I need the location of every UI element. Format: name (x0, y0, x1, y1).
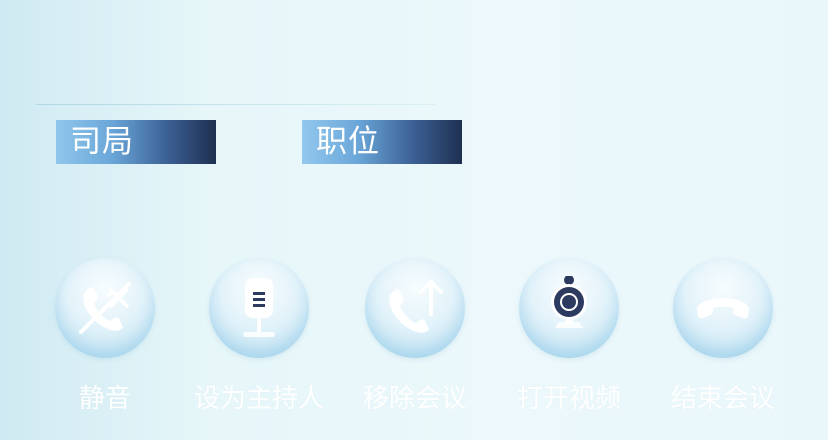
bureau-tag: 司局 (56, 120, 216, 164)
position-tag: 职位 (302, 120, 462, 164)
hang-up-icon (697, 298, 749, 319)
remove-meeting-button[interactable]: 移除会议 (337, 256, 493, 426)
phone-transfer-icon (389, 280, 443, 333)
open-video-circle[interactable] (519, 258, 619, 358)
remove-meeting-circle[interactable] (365, 258, 465, 358)
set-host-circle[interactable] (209, 258, 309, 358)
header-divider (36, 104, 436, 105)
mute-button[interactable]: 静音 (27, 256, 183, 426)
set-host-label: 设为主持人 (193, 384, 324, 414)
remove-meeting-label: 移除会议 (362, 384, 467, 414)
end-meeting-button[interactable]: 结束会议 (645, 256, 801, 426)
open-video-button[interactable]: 打开视频 (491, 256, 647, 426)
set-host-button[interactable]: 设为主持人 (181, 256, 337, 426)
mute-label: 静音 (78, 384, 131, 414)
end-meeting-circle[interactable] (673, 258, 773, 358)
webcam-icon (551, 276, 587, 328)
end-meeting-label: 结束会议 (670, 384, 775, 414)
mute-circle[interactable] (55, 258, 155, 358)
phone-mute-icon (79, 282, 131, 334)
open-video-label: 打开视频 (516, 384, 621, 414)
microphone-icon (243, 278, 275, 337)
